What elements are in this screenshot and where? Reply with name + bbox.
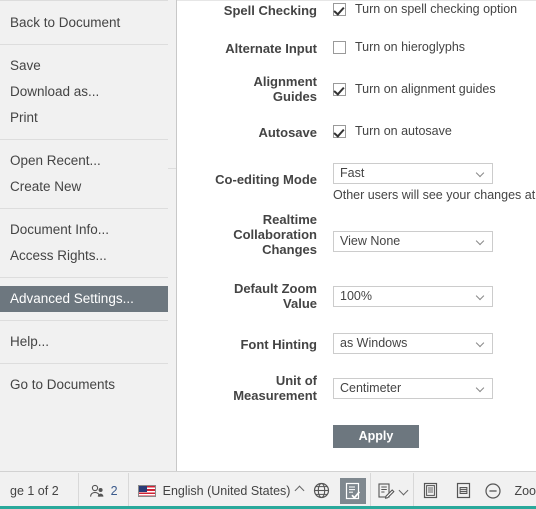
us-flag-icon xyxy=(137,484,156,497)
spell-check-icon xyxy=(340,477,367,504)
label-coediting-mode: Co-editing Mode xyxy=(215,172,317,187)
zoom-out-icon xyxy=(485,482,502,499)
globe-icon xyxy=(314,482,330,499)
label-alternate-input: Alternate Input xyxy=(225,41,317,56)
panel-top-divider xyxy=(177,0,536,1)
label-realtime-collaboration: Realtime Collaboration Changes xyxy=(233,212,317,257)
fit-width-button[interactable] xyxy=(447,473,480,509)
apply-button[interactable]: Apply xyxy=(333,425,419,448)
sidebar-item-document-info[interactable]: Document Info... xyxy=(0,217,168,243)
language-label: English (United States) xyxy=(162,483,291,498)
control-alternate-input: Turn on hieroglyphs xyxy=(333,40,465,54)
control-coediting-mode: Fast Other users will see your changes a… xyxy=(333,163,536,202)
label-alignment-guides: Alignment Guides xyxy=(253,74,317,104)
select-default-zoom-value: 100% xyxy=(340,289,372,303)
checkbox-spell-checking[interactable] xyxy=(333,2,346,16)
select-coediting-mode-value: Fast xyxy=(340,166,365,180)
file-menu-advanced-settings-screen: Back to Document Save Download as... Print O… xyxy=(0,0,536,509)
sidebar-item-advanced-settings[interactable]: Advanced Settings... xyxy=(0,286,168,312)
select-realtime-collaboration-value: View None xyxy=(340,234,401,248)
sidebar-item-access-rights[interactable]: Access Rights... xyxy=(0,243,168,269)
sidebar-item-save[interactable]: Save xyxy=(0,53,168,79)
checkbox-autosave[interactable] xyxy=(333,124,346,138)
checkbox-alignment-guides[interactable] xyxy=(333,82,346,96)
spell-check-toggle[interactable] xyxy=(336,473,370,509)
coeditors-count: 2 xyxy=(110,483,118,498)
sidebar-item-open-recent[interactable]: Open Recent... xyxy=(0,148,168,174)
menu-group: Open Recent... Create New xyxy=(0,140,168,209)
sidebar-top-divider xyxy=(0,0,168,1)
users-icon xyxy=(89,484,104,497)
control-autosave: Turn on autosave xyxy=(333,124,452,138)
select-font-hinting-value: as Windows xyxy=(340,336,408,350)
label-spell-checking: Spell Checking xyxy=(223,3,317,18)
control-font-hinting: as Windows xyxy=(333,333,493,354)
fit-page-button[interactable] xyxy=(414,473,447,509)
caption-spell-checking: Turn on spell checking option xyxy=(355,2,518,16)
caption-autosave: Turn on autosave xyxy=(355,124,452,138)
chevron-down-icon xyxy=(477,170,484,177)
status-bar: ge 1 of 2 2 English (United States) Zoo xyxy=(0,471,536,509)
chevron-down-icon xyxy=(477,385,484,392)
label-font-hinting: Font Hinting xyxy=(240,337,317,352)
zoom-out-button[interactable] xyxy=(480,473,506,509)
menu-group: Go to Documents xyxy=(0,364,168,406)
set-language-button[interactable] xyxy=(307,473,336,509)
language-indicator[interactable]: English (United States) xyxy=(129,473,308,509)
page-indicator-label: ge 1 of 2 xyxy=(10,483,59,498)
control-realtime-collaboration: View None xyxy=(333,231,493,252)
label-default-zoom: Default Zoom Value xyxy=(233,281,317,311)
menu-group: Save Download as... Print xyxy=(0,45,168,140)
label-unit-of-measurement: Unit of Measurement xyxy=(233,373,317,403)
sidebar-item-help[interactable]: Help... xyxy=(0,329,168,355)
coeditors-indicator[interactable]: 2 xyxy=(79,473,128,509)
chevron-up-icon xyxy=(295,485,305,496)
fit-width-icon xyxy=(457,482,471,499)
sidebar-item-go-to-documents[interactable]: Go to Documents xyxy=(0,372,168,398)
select-realtime-collaboration[interactable]: View None xyxy=(333,231,493,252)
hint-coediting-mode: Other users will see your changes at onc… xyxy=(333,188,536,202)
select-font-hinting[interactable]: as Windows xyxy=(333,333,493,354)
sidebar-item-back-to-document[interactable]: Back to Document xyxy=(0,10,168,36)
menu-group: Advanced Settings... xyxy=(0,278,168,321)
sidebar-item-print[interactable]: Print xyxy=(0,105,168,131)
sidebar-item-download-as[interactable]: Download as... xyxy=(0,79,168,105)
sidebar-item-create-new[interactable]: Create New xyxy=(0,174,168,200)
caption-alignment-guides: Turn on alignment guides xyxy=(355,82,496,96)
checkbox-hieroglyphs[interactable] xyxy=(333,40,346,54)
track-changes-button[interactable] xyxy=(371,473,413,509)
menu-group: Back to Document xyxy=(0,0,168,45)
select-unit-of-measurement-value: Centimeter xyxy=(340,381,402,395)
menu-group: Document Info... Access Rights... xyxy=(0,209,168,278)
chevron-down-icon xyxy=(477,340,484,347)
select-default-zoom[interactable]: 100% xyxy=(333,286,493,307)
label-autosave: Autosave xyxy=(258,125,317,140)
control-alignment-guides: Turn on alignment guides xyxy=(333,82,496,96)
control-spell-checking: Turn on spell checking option xyxy=(333,2,517,16)
chevron-down-icon xyxy=(399,485,409,496)
chevron-down-icon xyxy=(477,238,484,245)
caption-hieroglyphs: Turn on hieroglyphs xyxy=(355,40,466,54)
chevron-down-icon xyxy=(477,293,484,300)
gutter-seam xyxy=(168,168,176,169)
panel-gutter xyxy=(168,0,177,471)
select-unit-of-measurement[interactable]: Centimeter xyxy=(333,378,493,399)
fit-page-icon xyxy=(424,482,438,499)
advanced-settings-panel: Spell Checking Turn on spell checking op… xyxy=(177,0,536,471)
page-indicator[interactable]: ge 1 of 2 xyxy=(0,473,78,509)
track-changes-icon xyxy=(378,482,396,499)
control-default-zoom: 100% xyxy=(333,286,493,307)
zoom-level-label: Zoo xyxy=(514,483,536,498)
select-coediting-mode[interactable]: Fast xyxy=(333,163,493,184)
file-menu-sidebar: Back to Document Save Download as... Print O… xyxy=(0,0,168,471)
control-unit-of-measurement: Centimeter xyxy=(333,378,493,399)
menu-group: Help... xyxy=(0,321,168,364)
